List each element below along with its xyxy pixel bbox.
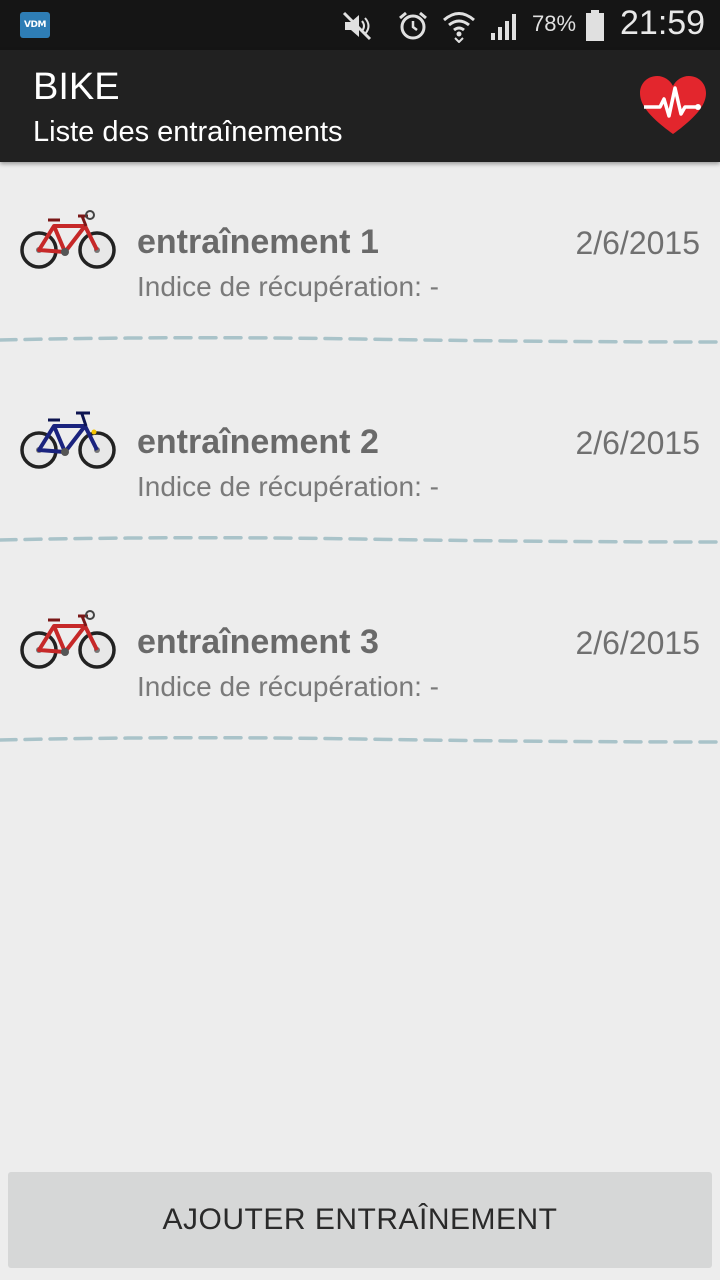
wifi-icon	[443, 12, 475, 43]
recovery-index: Indice de récupération: -	[137, 471, 439, 502]
training-title: entraînement 3	[137, 623, 379, 661]
alarm-icon	[399, 11, 427, 40]
training-title: entraînement 1	[137, 223, 379, 261]
app-subtitle: Liste des entraînements	[33, 116, 343, 148]
battery-icon	[586, 10, 604, 41]
bike-icon	[20, 210, 116, 269]
recovery-index: Indice de récupération: -	[137, 671, 439, 702]
bike-icon	[20, 610, 116, 669]
training-date: 2/6/2015	[575, 225, 700, 261]
status-bar: VDM 78% 21:59	[0, 0, 720, 50]
action-bar: BIKE Liste des entraînements	[0, 50, 720, 162]
training-date: 2/6/2015	[575, 625, 700, 661]
battery-percentage: 78%	[532, 11, 577, 36]
add-training-button[interactable]: AJOUTER ENTRAÎNEMENT	[8, 1172, 712, 1268]
training-title: entraînement 2	[137, 423, 379, 461]
training-list: entraînement 1 Indice de récupération: -…	[0, 163, 720, 763]
dashed-divider	[0, 735, 720, 744]
bike-icon	[20, 411, 116, 469]
training-date: 2/6/2015	[575, 425, 700, 461]
app-title: BIKE	[33, 66, 120, 108]
dashed-divider	[0, 335, 720, 344]
status-clock: 21:59	[620, 4, 706, 42]
dashed-divider	[0, 535, 720, 544]
heart-rate-icon[interactable]	[638, 74, 708, 138]
training-row[interactable]: entraînement 3 Indice de récupération: -…	[0, 563, 720, 763]
recovery-index: Indice de récupération: -	[137, 271, 439, 302]
training-row[interactable]: entraînement 1 Indice de récupération: -…	[0, 163, 720, 363]
vdm-notification-icon: VDM	[20, 12, 50, 38]
signal-icon	[491, 14, 516, 40]
training-row[interactable]: entraînement 2 Indice de récupération: -…	[0, 363, 720, 563]
mute-icon	[342, 11, 372, 41]
